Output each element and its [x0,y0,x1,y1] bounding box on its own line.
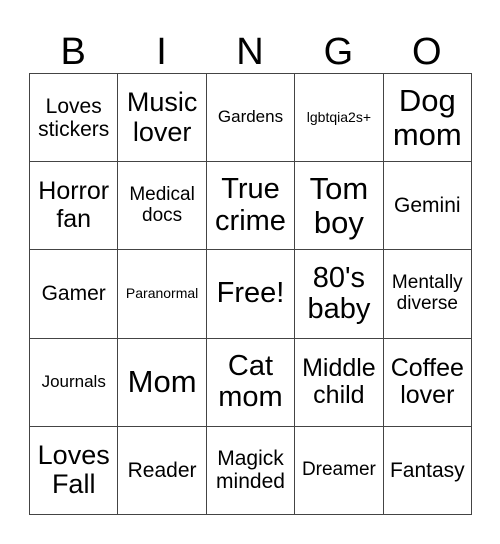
header-letter-o: O [411,31,442,73]
bingo-cell[interactable]: Loves stickers [30,74,119,163]
bingo-cell[interactable]: 80's baby [295,250,384,339]
bingo-cell[interactable]: Horror fan [30,162,119,251]
bingo-cell[interactable]: Mom [118,338,207,427]
header-letter-n: N [236,31,264,73]
header-letter-i: I [156,31,167,73]
bingo-cell[interactable]: Gardens [206,74,296,163]
bingo-cell[interactable]: Gamer [30,250,119,339]
bingo-cell[interactable]: Paranormal [118,250,207,339]
bingo-card: Loves stickers Music lover Gardens lgbtq… [29,73,472,515]
header-letter-g: G [323,31,354,73]
bingo-cell[interactable]: lgbtqia2s+ [295,74,384,163]
bingo-cell[interactable]: Medical docs [118,162,207,251]
bingo-cell[interactable]: Tom boy [295,162,384,251]
bingo-cell[interactable]: Reader [118,426,207,515]
bingo-cell[interactable]: Loves Fall [30,426,119,515]
header-letter-b: B [60,31,86,73]
bingo-cell[interactable]: Gemini [383,162,472,251]
free-space-cell[interactable]: Free! [206,250,296,339]
bingo-cell[interactable]: Middle child [295,338,384,427]
bingo-cell[interactable]: Cat mom [206,338,296,427]
bingo-cell[interactable]: Dog mom [383,74,472,163]
bingo-cell[interactable]: Coffee lover [383,338,472,427]
bingo-cell[interactable]: Fantasy [383,426,472,515]
bingo-cell[interactable]: Mentally diverse [383,250,472,339]
bingo-cell[interactable]: Journals [30,338,119,427]
bingo-header: B I N G O [29,30,471,74]
bingo-cell[interactable]: Dreamer [295,426,384,515]
bingo-cell[interactable]: True crime [206,162,296,251]
bingo-cell[interactable]: Magick minded [206,426,296,515]
bingo-cell[interactable]: Music lover [118,74,207,163]
